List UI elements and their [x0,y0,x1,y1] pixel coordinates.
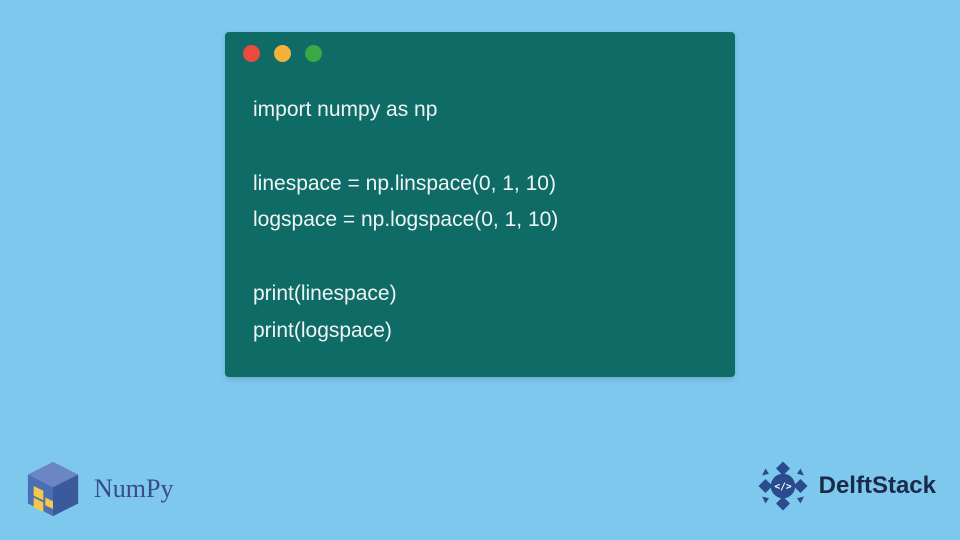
code-line: print(logspace) [253,319,392,342]
code-line: print(linespace) [253,282,397,305]
delftstack-label: DelftStack [819,472,936,500]
code-line: logspace = np.logspace(0, 1, 10) [253,208,558,231]
code-line: linespace = np.linspace(0, 1, 10) [253,172,556,195]
numpy-badge: NumPy [24,460,173,518]
window-title-bar [225,32,735,74]
svg-text:</>: </> [774,482,792,493]
minimize-icon[interactable] [274,45,291,62]
delftstack-badge: </> DelftStack [755,458,936,514]
code-body: import numpy as np linespace = np.linspa… [225,74,735,377]
code-line: import numpy as np [253,98,437,121]
zoom-icon[interactable] [305,45,322,62]
code-window: import numpy as np linespace = np.linspa… [225,32,735,377]
close-icon[interactable] [243,45,260,62]
delftstack-logo-icon: </> [755,458,811,514]
numpy-label: NumPy [94,474,173,504]
numpy-logo-icon [24,460,82,518]
